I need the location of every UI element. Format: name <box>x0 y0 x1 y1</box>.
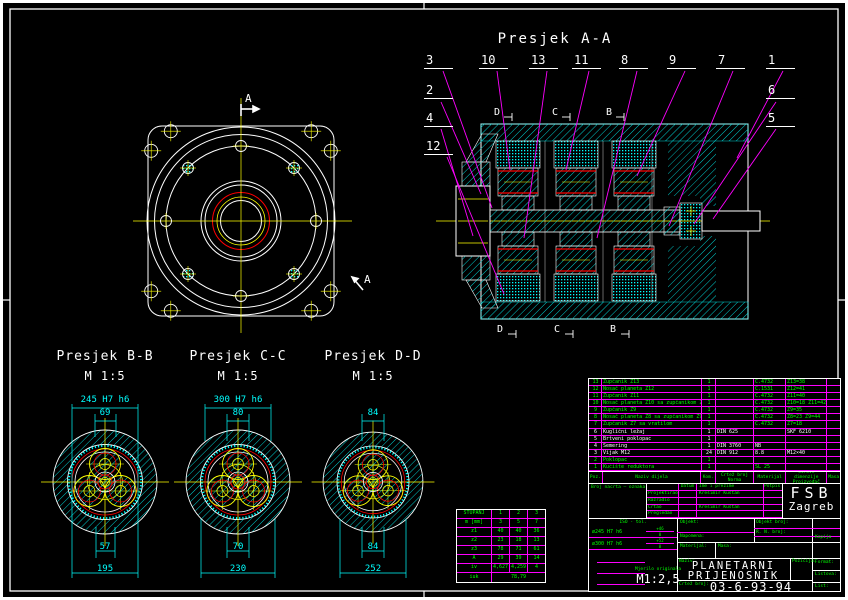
listova-label: Listova: <box>815 572 837 577</box>
section-cc-title: Presjek C-C <box>173 349 303 364</box>
tolerance-row: ø245 H7 h6 +46 0 <box>589 526 677 538</box>
scale-value: M1:2,5 <box>635 572 681 586</box>
marker-b-top: B <box>606 107 612 118</box>
signature-row: Pregledao <box>647 511 782 518</box>
parts-list-row: 11 Zupčanik Z11 1 Č.4732 Z11=40 <box>589 393 840 400</box>
dim-fit-bb: 245 H7 h6 <box>60 395 150 405</box>
cad-sheet: Presjek A-A 31013118971 2412 65 A A D C … <box>0 0 848 600</box>
cut-label-a-top: A <box>245 92 252 105</box>
marker-d-top: D <box>494 107 500 118</box>
dim-overall-dd: 252 <box>328 564 418 574</box>
fsb-logo: FSB Zagreb <box>782 484 840 518</box>
callout-number: 1 <box>766 54 795 69</box>
section-a-title: Presjek A-A <box>488 31 622 47</box>
gear-table-row: z3 78 71 61 <box>457 545 545 554</box>
callout-number: 10 <box>479 54 508 69</box>
section-dd-scale: M 1:5 <box>308 369 438 383</box>
callout-number: 2 <box>424 84 453 99</box>
dim-bottom-bb: 57 <box>60 542 150 552</box>
archive-cell: Broj nacrta — oznaka <box>589 484 647 518</box>
parts-list-row: 5 Brtveni poklopac 1 <box>589 436 840 443</box>
title-block: 13 Zupčanik Z13 1 Č.4732 Z13=38 12 Nosač… <box>588 378 841 592</box>
callout-number: 11 <box>572 54 601 69</box>
cut-label-a-bottom: A <box>364 273 371 286</box>
drawing-number: 03-6-93-94 <box>691 580 811 594</box>
callout-number: 13 <box>529 54 558 69</box>
parts-list-header: Poz. Naziv dijela Kom. Crtež broj Norma … <box>589 471 840 484</box>
parts-list-row: 2 Poklopac 1 <box>589 457 840 464</box>
parts-list-row: 12 Nosač planeta Z12 1 Č.1531 Z12=41 <box>589 386 840 393</box>
parts-list-row: 9 Zupčanik Z9 1 Č.4732 Z9=35 <box>589 407 840 414</box>
section-cc-scale: M 1:5 <box>173 369 303 383</box>
parts-list-row: 13 Zupčanik Z13 1 Č.4732 Z13=38 <box>589 379 840 386</box>
callout-number: 4 <box>424 112 453 127</box>
dim-overall-cc: 230 <box>193 564 283 574</box>
callout-number: 7 <box>716 54 745 69</box>
callout-number: 12 <box>424 140 453 155</box>
signature-row: Crtao Krešimir Kuštan <box>647 505 782 512</box>
materijal-label: Materijal: <box>680 544 707 549</box>
dim-top-dd: 84 <box>328 408 418 418</box>
gear-table-row: A 29 39 14 <box>457 554 545 563</box>
callout-number: 3 <box>424 54 453 69</box>
signature-row: Projektirao Krešimir Kuštan <box>647 491 782 498</box>
gear-table-row: STUPANJ 1 2 3 <box>457 510 545 518</box>
marker-c-bottom: C <box>554 324 560 335</box>
dim-overall-bb: 195 <box>60 564 150 574</box>
list-label: List: <box>815 584 829 589</box>
callout-number: 8 <box>619 54 648 69</box>
rn-broj-label: R. N. broj: <box>756 530 786 535</box>
gear-table-total-row: iuk 78,79 <box>457 572 545 582</box>
title-block-bottom: ISO - tol. ø245 H7 h6 +46 0 ø300 H7 h6 +… <box>589 518 840 591</box>
callout-number: 5 <box>766 112 795 127</box>
parts-list-row: 10 Nosač planeta Z10 sa zupčanikom Z11 1… <box>589 400 840 407</box>
napomena-label: Napomena: <box>680 534 704 539</box>
marker-d-bottom: D <box>497 324 503 335</box>
parts-list: 13 Zupčanik Z13 1 Č.4732 Z13=38 12 Nosač… <box>589 379 840 471</box>
dim-top-cc: 80 <box>193 408 283 418</box>
dim-top-bb: 69 <box>60 408 150 418</box>
gear-stage-table: STUPANJ 1 2 3 m [mm] 3 5 7 z1 40 40 36 z… <box>456 509 546 583</box>
marker-b-bottom: B <box>610 324 616 335</box>
kopija-label: Kopija <box>815 535 831 540</box>
iso-tol-label: ISO - tol. <box>589 520 677 525</box>
parts-list-row: 7 Zupčanik Z7 sa vratilom 1 Č.4732 Z7=18 <box>589 421 840 428</box>
section-dd-title: Presjek D-D <box>308 349 438 364</box>
signature-strip: Broj nacrta — oznaka Datum Ime i prezime… <box>589 484 840 518</box>
format-label: Format: <box>815 560 834 565</box>
gear-table-row: m [mm] 3 5 7 <box>457 518 545 527</box>
pozicija-label: Pozicija: <box>792 559 816 564</box>
tolerance-row: ø300 H7 h6 +52 0 <box>589 538 677 550</box>
objekt-broj-label: Objekt broj: <box>756 520 789 525</box>
signature-row: Razradio <box>647 498 782 505</box>
dim-bottom-dd: 84 <box>328 542 418 552</box>
dim-fit-cc: 300 H7 h6 <box>193 395 283 405</box>
parts-list-row: 4 Semering 1 DIN 3760 NB <box>589 443 840 450</box>
marker-c-top: C <box>552 107 558 118</box>
parts-list-row: 8 Nosač planeta Z8 sa zupčanikom Z9 1 Č.… <box>589 414 840 421</box>
parts-list-row: 1 Kućište reduktora 1 SL 25 <box>589 464 840 471</box>
section-bb-title: Presjek B-B <box>40 349 170 364</box>
parts-list-row: 6 Kuglični ležaj 1 DIN 625 SKF 6210 <box>589 429 840 436</box>
gear-table-row: iv 4,627 4,259 4 <box>457 563 545 572</box>
masa-label: Masa: <box>718 544 732 549</box>
callout-number: 9 <box>667 54 696 69</box>
dim-bottom-cc: 70 <box>193 542 283 552</box>
signature-header: Datum Ime i prezime Potpis <box>647 484 782 491</box>
objekt-label: Objekt: <box>680 520 699 525</box>
gear-table-row: z1 40 40 36 <box>457 527 545 536</box>
gear-table-row: z2 23 18 13 <box>457 536 545 545</box>
parts-list-row: 3 Vijak M12 24 DIN 912 8.8 M12×40 <box>589 450 840 457</box>
section-bb-scale: M 1:5 <box>40 369 170 383</box>
callout-number: 6 <box>766 84 795 99</box>
